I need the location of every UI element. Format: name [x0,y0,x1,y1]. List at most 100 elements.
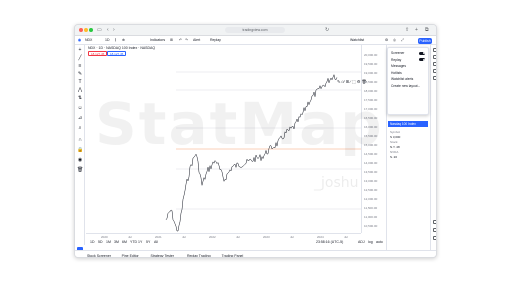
price-tick-label: 11,500.00 [364,206,378,210]
price-tick-label: 14,000.00 [364,161,378,165]
selected-watchlist-item[interactable]: Nasdaq 100 Index [388,121,428,127]
range-button-1m[interactable]: 1M [106,240,111,244]
url-text: tradingview.com [242,28,268,32]
trendline-icon[interactable]: ╱ [77,55,83,61]
magnet-icon[interactable]: ∩ [77,137,83,143]
symbol-search[interactable]: NDX [85,38,92,43]
range-bar: 23:58:16 (UTC-5) ADJ log auto 1D 5D 1M 3M 6M… [86,239,386,245]
interval-select[interactable]: 1D [105,38,109,43]
log-toggle[interactable]: log [368,240,373,244]
watchlist-row[interactable]: S. 20 [390,155,397,159]
bottom-tab[interactable]: Trading Panel [222,254,244,258]
menu-item[interactable]: Create new layout... [391,84,420,88]
watchlist-icon[interactable] [432,48,436,52]
zoom-icon[interactable]: ⌕ [77,125,83,131]
tabs-icon[interactable]: ⧉ [425,27,429,33]
ruler-icon[interactable]: ⊿ [77,115,83,121]
price-tick-label: 10,500.00 [364,224,378,228]
range-button-6m[interactable]: 6M [122,240,127,244]
menu-item[interactable]: Screener [391,51,404,55]
range-button-all[interactable]: All [154,240,158,244]
drawing-toolbar: + ╱ ≡ ✎ T ⋀ ⇅ ☺ ⊿ ⌕ ∩ 🔒 ◉ 🗑 [75,45,85,245]
new-tab-icon[interactable]: + [415,27,418,33]
menu-item[interactable]: Replay [391,58,401,62]
watchlist-button[interactable]: Watchlist [350,38,364,43]
camera-icon[interactable]: ◎ [393,38,396,43]
ideas-icon[interactable] [432,228,436,232]
news-icon[interactable] [432,69,436,73]
sidebar-icon[interactable]: ▭ [97,27,102,33]
templates-icon[interactable]: ⊞ [170,38,173,43]
share-icon[interactable]: ⇧ [405,27,409,33]
pattern-icon[interactable]: ⋀ [77,87,83,93]
indicators-button[interactable]: Indicators [150,38,165,43]
price-tick-label: 20,000.00 [364,53,378,57]
watchlist-row[interactable]: NVDA [390,150,398,154]
auto-toggle[interactable]: auto [376,240,383,244]
calendar-icon[interactable] [432,76,436,80]
forward-icon[interactable]: › [113,27,115,33]
trash-icon[interactable]: 🗑 [77,167,83,173]
reload-icon[interactable]: ↻ [325,27,329,33]
back-icon[interactable]: ‹ [107,27,109,33]
close-window-button[interactable] [79,28,83,32]
maximize-window-button[interactable] [89,28,93,32]
chart-toolbar: ◉ NDX 1D ⫿ ⊕ Indicators ⊞ ↶ ↷ Alert Repl… [75,36,436,45]
adj-toggle[interactable]: ADJ [358,240,365,244]
range-button-5y[interactable]: 5Y [146,240,150,244]
range-button-1y[interactable]: 1Y [138,240,142,244]
price-tick-label: 12,500.00 [364,188,378,192]
bottom-tab[interactable]: Strategy Tester [151,254,174,258]
toggle-switch[interactable] [419,51,425,55]
brush-icon[interactable]: ✎ [77,71,83,77]
text-icon[interactable]: T [77,79,83,85]
settings-icon[interactable]: ⚙ [385,38,388,43]
replay-button[interactable]: Replay [210,38,221,43]
watchlist-row[interactable]: Stock [390,140,398,144]
watermark-sub: _joshu [314,175,359,191]
price-tick-label: 19,500.00 [364,62,378,66]
bottom-tab[interactable]: Pine Editor [122,254,139,258]
alerts-icon[interactable] [432,55,436,59]
range-button-1d[interactable]: 1D [90,240,94,244]
crosshair-icon[interactable]: + [77,47,83,53]
chat-icon[interactable] [432,220,436,224]
eye-icon[interactable]: ◉ [77,157,83,163]
fib-icon[interactable]: ≡ [77,63,83,69]
clock-time: 23:58:16 (UTC-5) [316,240,344,244]
candles-icon[interactable]: ⫿ [115,38,116,43]
range-button-3m[interactable]: 3M [114,240,119,244]
price-tick-label: 13,000.00 [364,179,378,183]
price-tick-label: 19,000.00 [364,71,378,75]
watchlist-row[interactable]: N.Y. 48 [390,145,400,149]
menu-item[interactable]: Hotlists [391,71,402,75]
range-button-ytd[interactable]: YTD [130,240,137,244]
bottom-tab[interactable]: Stock Screener [87,254,111,258]
bottom-panel-tabs: Stock Screener Pine Editor Strategy Tester… [75,250,436,258]
undo-icon[interactable]: ↶ [179,38,182,43]
redo-icon[interactable]: ↷ [185,38,188,43]
alert-button[interactable]: Alert [193,38,200,43]
menu-item[interactable]: Messages [391,64,406,68]
icons-icon[interactable]: ☺ [77,105,83,111]
right-sidebar [430,45,436,250]
price-tick-label: 18,500.00 [364,80,378,84]
fullscreen-icon[interactable]: ⤢ [401,38,404,43]
compare-icon[interactable]: ⊕ [122,38,125,43]
publish-button[interactable]: Publish [418,37,432,44]
logo-icon[interactable]: ◉ [78,38,81,43]
price-tick-label: 11,000.00 [364,215,378,219]
toggle-switch[interactable] [419,58,425,61]
menu-item[interactable]: Watchlist alerts [391,77,413,81]
data-window-icon[interactable] [432,62,436,66]
lock-icon[interactable]: 🔒 [77,147,83,153]
dropdown-menu: Screener Replay Messages Hotlists Watchlist … [387,47,429,115]
projection-icon[interactable]: ⇅ [77,95,83,101]
watchlist-row[interactable]: Symbol [390,130,400,134]
watchlist-row[interactable]: S 3,000 [390,135,400,139]
help-icon[interactable] [432,236,436,240]
minimize-window-button[interactable] [84,28,88,32]
address-bar[interactable]: tradingview.com [225,27,285,33]
bottom-tab[interactable]: Replay Trading [187,254,211,258]
range-button-5d[interactable]: 5D [98,240,102,244]
